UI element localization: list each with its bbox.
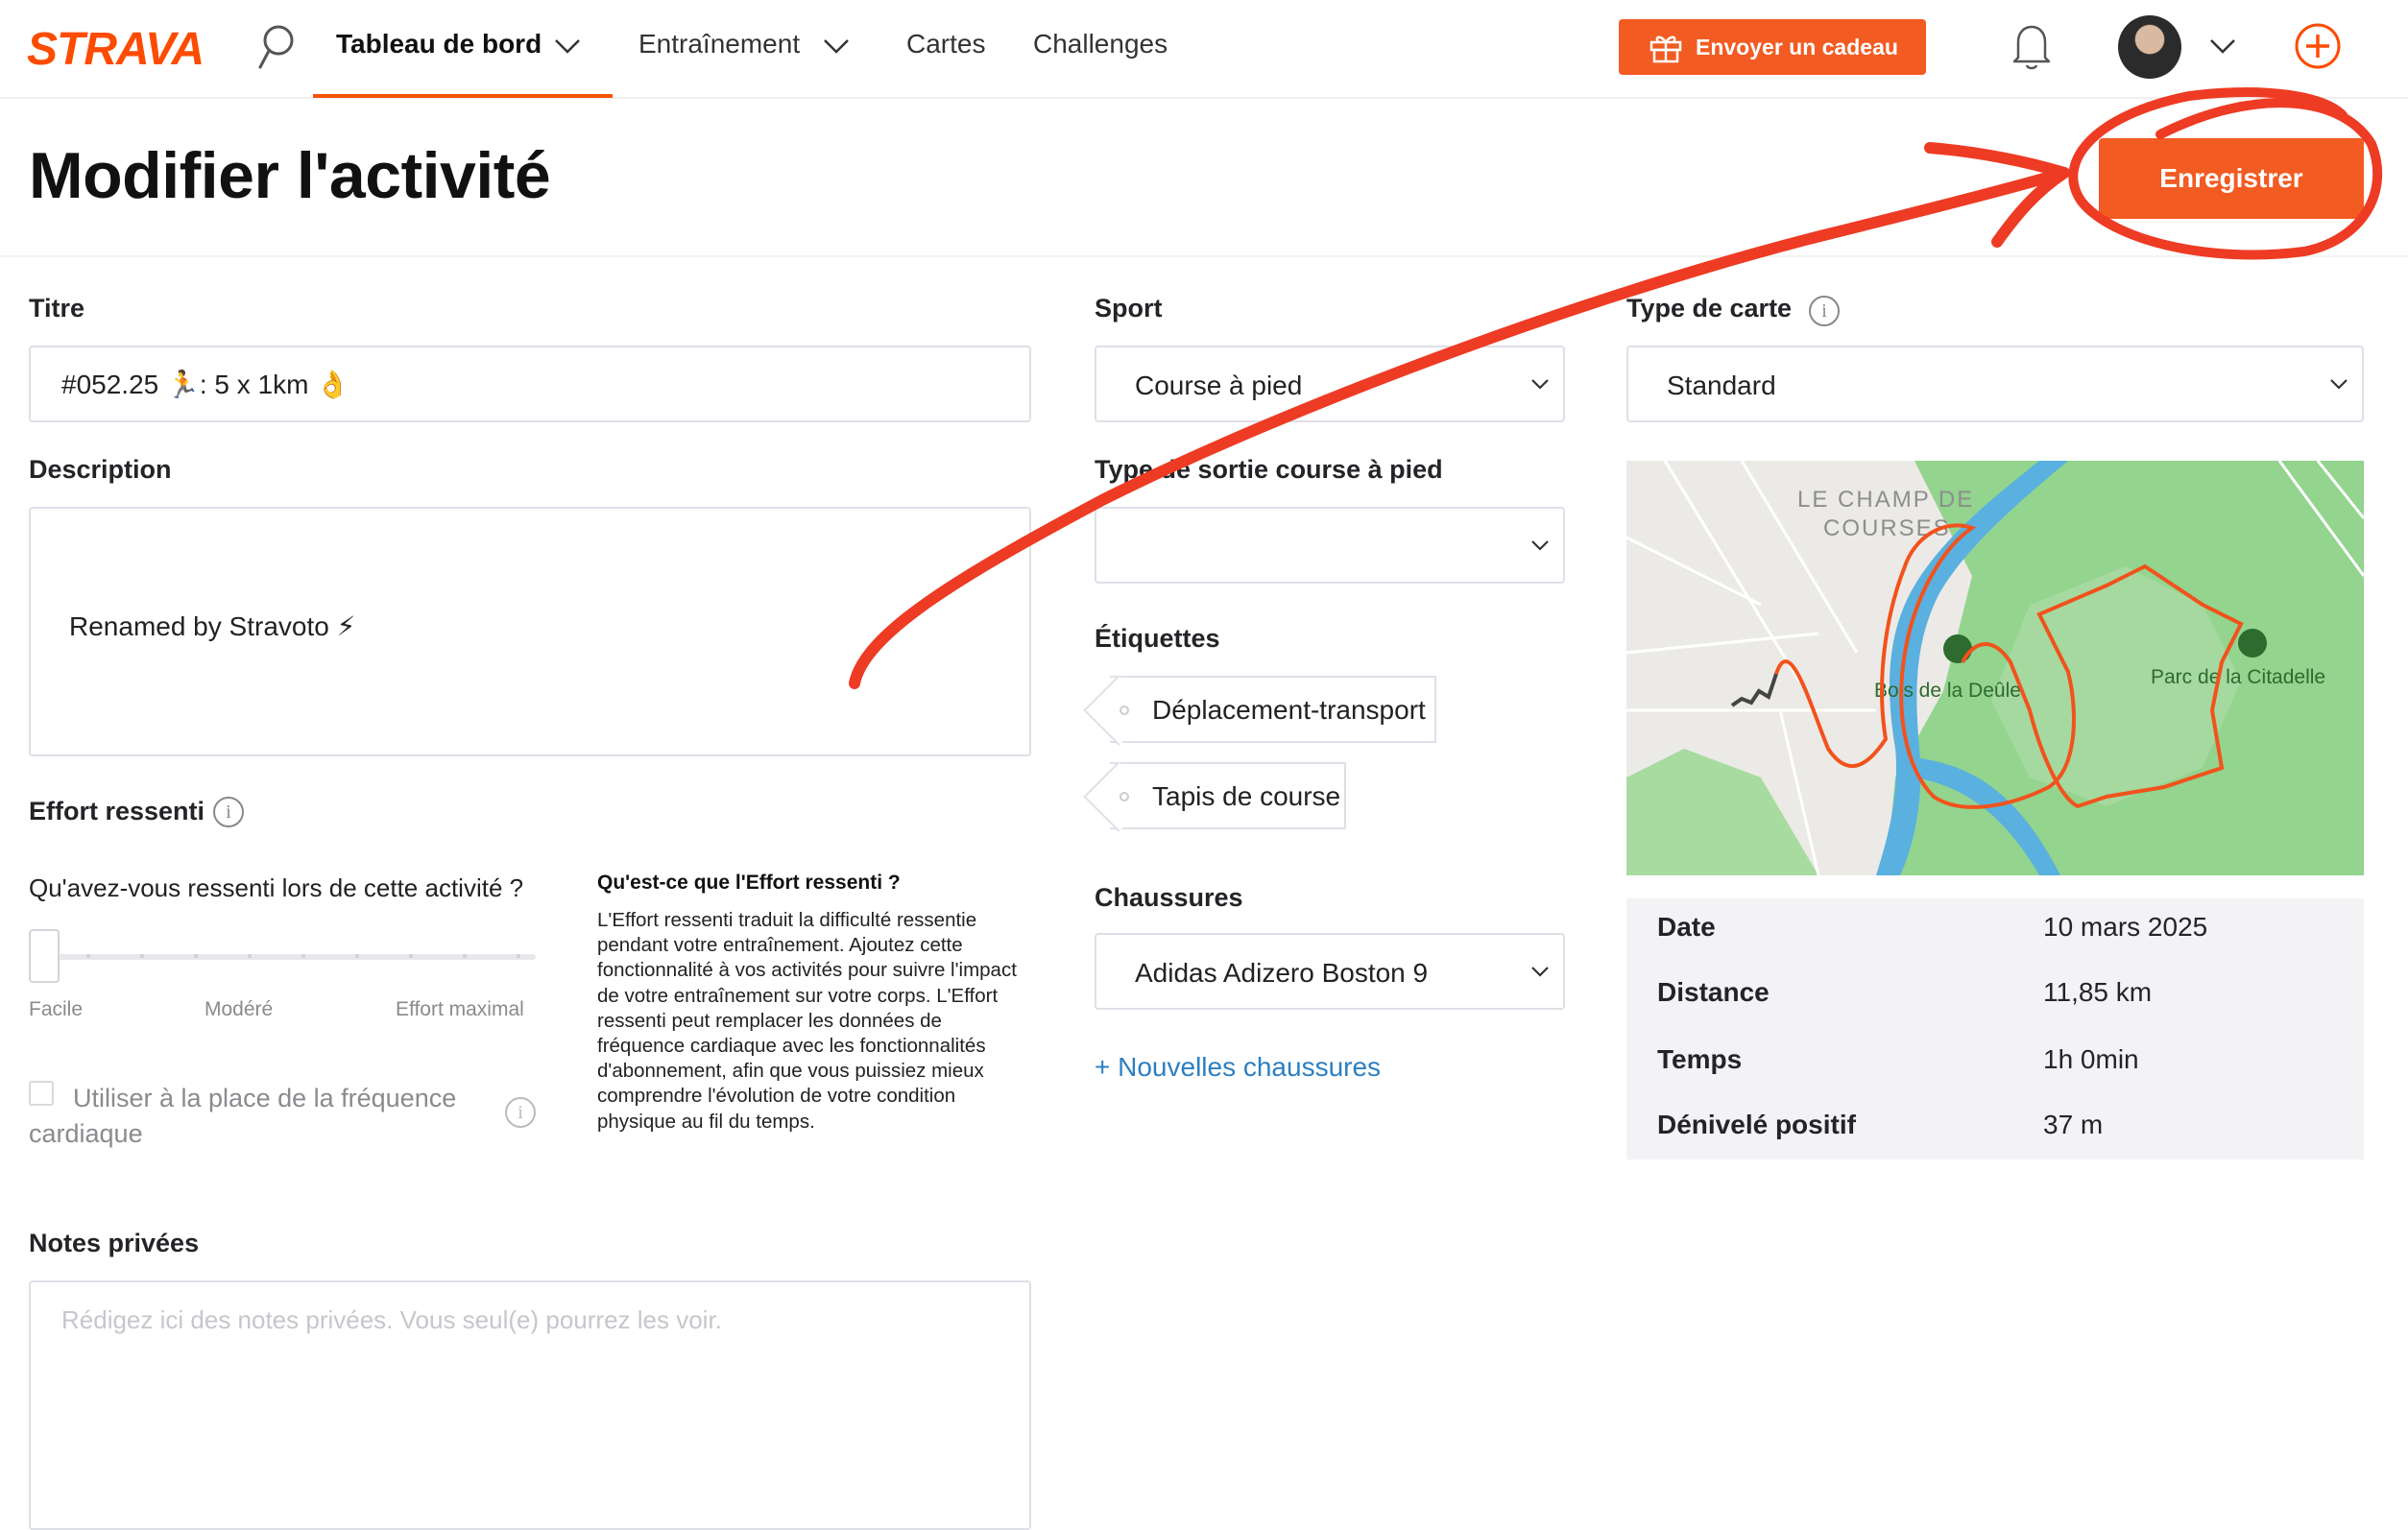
- slider-tick: [140, 954, 144, 958]
- slider-tick: [248, 954, 252, 958]
- rpe-description: L'Effort ressenti traduit la difficulté …: [597, 909, 1017, 1133]
- effort-slider-thumb[interactable]: [29, 929, 60, 983]
- scale-easy-label: Facile: [29, 998, 84, 1020]
- slider-tick: [409, 954, 413, 958]
- info-icon[interactable]: i: [505, 1097, 536, 1128]
- sport-label: Sport: [1095, 294, 1163, 323]
- chevron-down-icon: [2330, 379, 2348, 390]
- title-label: Titre: [29, 294, 85, 323]
- info-icon[interactable]: i: [1809, 296, 1840, 326]
- chevron-down-icon: [1531, 540, 1549, 551]
- description-label: Description: [29, 455, 172, 484]
- effort-label: Effort ressenti: [29, 797, 205, 825]
- slider-tick: [301, 954, 305, 958]
- effort-question: Qu'avez-vous ressenti lors de cette acti…: [29, 873, 524, 902]
- slider-tick: [355, 954, 359, 958]
- slider-tick: [463, 954, 467, 958]
- gift-icon: [1649, 36, 1682, 63]
- description-value: Renamed by Stravoto ⚡: [69, 611, 356, 641]
- route-map[interactable]: LE CHAMP DE COURSES Bois de la Deûle Par…: [1626, 461, 2364, 875]
- private-notes-placeholder: Rédigez ici des notes privées. Vous seul…: [61, 1305, 722, 1334]
- run-type-select[interactable]: [1095, 507, 1565, 584]
- map-type-select-value: Standard: [1667, 371, 1776, 400]
- send-gift-label: Envoyer un cadeau: [1696, 35, 1898, 60]
- top-navigation: STRAVA Tableau de bord Entraînement Cart…: [0, 0, 2408, 99]
- user-avatar[interactable]: [2118, 15, 2181, 79]
- stat-label-time: Temps: [1657, 1044, 1743, 1074]
- slider-tick: [517, 954, 520, 958]
- save-button[interactable]: Enregistrer: [2099, 138, 2364, 219]
- slider-tick: [194, 954, 198, 958]
- nav-maps[interactable]: Cartes: [906, 29, 985, 60]
- nav-training[interactable]: Entraînement: [638, 29, 800, 60]
- slider-tick: [86, 954, 90, 958]
- chevron-down-icon: [1531, 379, 1549, 390]
- stat-value-date: 10 mars 2025: [2043, 912, 2208, 942]
- tag-label: Déplacement-transport: [1152, 695, 1426, 725]
- stat-value-time: 1h 0min: [2043, 1044, 2139, 1074]
- sport-select[interactable]: Course à pied: [1095, 346, 1565, 422]
- map-canvas: LE CHAMP DE COURSES Bois de la Deûle Par…: [1626, 461, 2364, 875]
- shoes-select-value: Adidas Adizero Boston 9: [1135, 958, 1429, 988]
- sport-select-value: Course à pied: [1135, 371, 1303, 400]
- nav-challenges[interactable]: Challenges: [1033, 29, 1168, 60]
- map-type-select[interactable]: Standard: [1626, 346, 2364, 422]
- map-type-label: Type de carte: [1626, 294, 1793, 323]
- private-notes-textarea[interactable]: Rédigez ici des notes privées. Vous seul…: [29, 1280, 1031, 1530]
- tag-dot: [1120, 792, 1129, 801]
- tags-label: Étiquettes: [1095, 624, 1220, 653]
- active-tab-indicator: [313, 94, 613, 98]
- run-type-label: Type de sortie course à pied: [1095, 455, 1443, 484]
- new-shoes-link[interactable]: + Nouvelles chaussures: [1095, 1052, 1381, 1083]
- chevron-down-icon: [1531, 967, 1549, 977]
- stat-label-distance: Distance: [1657, 977, 1770, 1007]
- scale-max-label: Effort maximal: [396, 998, 524, 1020]
- chevron-down-icon[interactable]: [2208, 36, 2237, 56]
- map-label-bois-deule: Bois de la Deûle: [1874, 680, 2021, 702]
- header-divider: [0, 255, 2408, 257]
- hr-checkbox-label[interactable]: Utiliser à la place de la fréquence card…: [29, 1081, 490, 1152]
- description-textarea[interactable]: Renamed by Stravoto ⚡: [29, 507, 1031, 756]
- stat-value-distance: 11,85 km: [2043, 977, 2153, 1007]
- search-icon[interactable]: [255, 21, 298, 75]
- chevron-down-icon[interactable]: [553, 36, 582, 56]
- tag-label: Tapis de course: [1152, 781, 1341, 811]
- map-label-courses: COURSES: [1823, 515, 1951, 541]
- info-icon[interactable]: i: [213, 797, 244, 827]
- tag-commute[interactable]: Déplacement-transport: [1110, 676, 1436, 743]
- nav-dashboard[interactable]: Tableau de bord: [336, 29, 542, 60]
- rpe-heading: Qu'est-ce que l'Effort ressenti ?: [597, 872, 901, 894]
- park-marker-icon: [1943, 634, 1972, 663]
- send-gift-button[interactable]: Envoyer un cadeau: [1619, 19, 1926, 75]
- stat-value-elevation: 37 m: [2043, 1110, 2104, 1139]
- page-title: Modifier l'activité: [29, 139, 551, 212]
- stat-label-elevation: Dénivelé positif: [1657, 1110, 1856, 1139]
- effort-slider-track[interactable]: [29, 954, 536, 960]
- park-marker-icon: [2238, 629, 2267, 657]
- activity-stats-panel: Date 10 mars 2025 Distance 11,85 km Temp…: [1626, 898, 2364, 1159]
- add-circle-icon[interactable]: [2293, 21, 2343, 71]
- chevron-down-icon[interactable]: [822, 36, 851, 56]
- private-notes-label: Notes privées: [29, 1229, 200, 1257]
- strava-logo[interactable]: STRAVA: [27, 23, 205, 76]
- title-input-value: #052.25 🏃: 5 x 1km 👌: [61, 370, 350, 399]
- shoes-label: Chaussures: [1095, 883, 1243, 912]
- tag-dot: [1120, 705, 1129, 715]
- shoes-select[interactable]: Adidas Adizero Boston 9: [1095, 933, 1565, 1010]
- annotation-arrowhead: [1924, 142, 2070, 248]
- bell-icon[interactable]: [2011, 21, 2053, 71]
- tag-treadmill[interactable]: Tapis de course: [1110, 762, 1346, 829]
- title-input[interactable]: #052.25 🏃: 5 x 1km 👌: [29, 346, 1031, 422]
- stat-label-date: Date: [1657, 912, 1716, 942]
- map-label-champ: LE CHAMP DE: [1797, 487, 1974, 513]
- scale-moderate-label: Modéré: [205, 998, 274, 1020]
- map-label-citadelle: Parc de la Citadelle: [2151, 666, 2325, 688]
